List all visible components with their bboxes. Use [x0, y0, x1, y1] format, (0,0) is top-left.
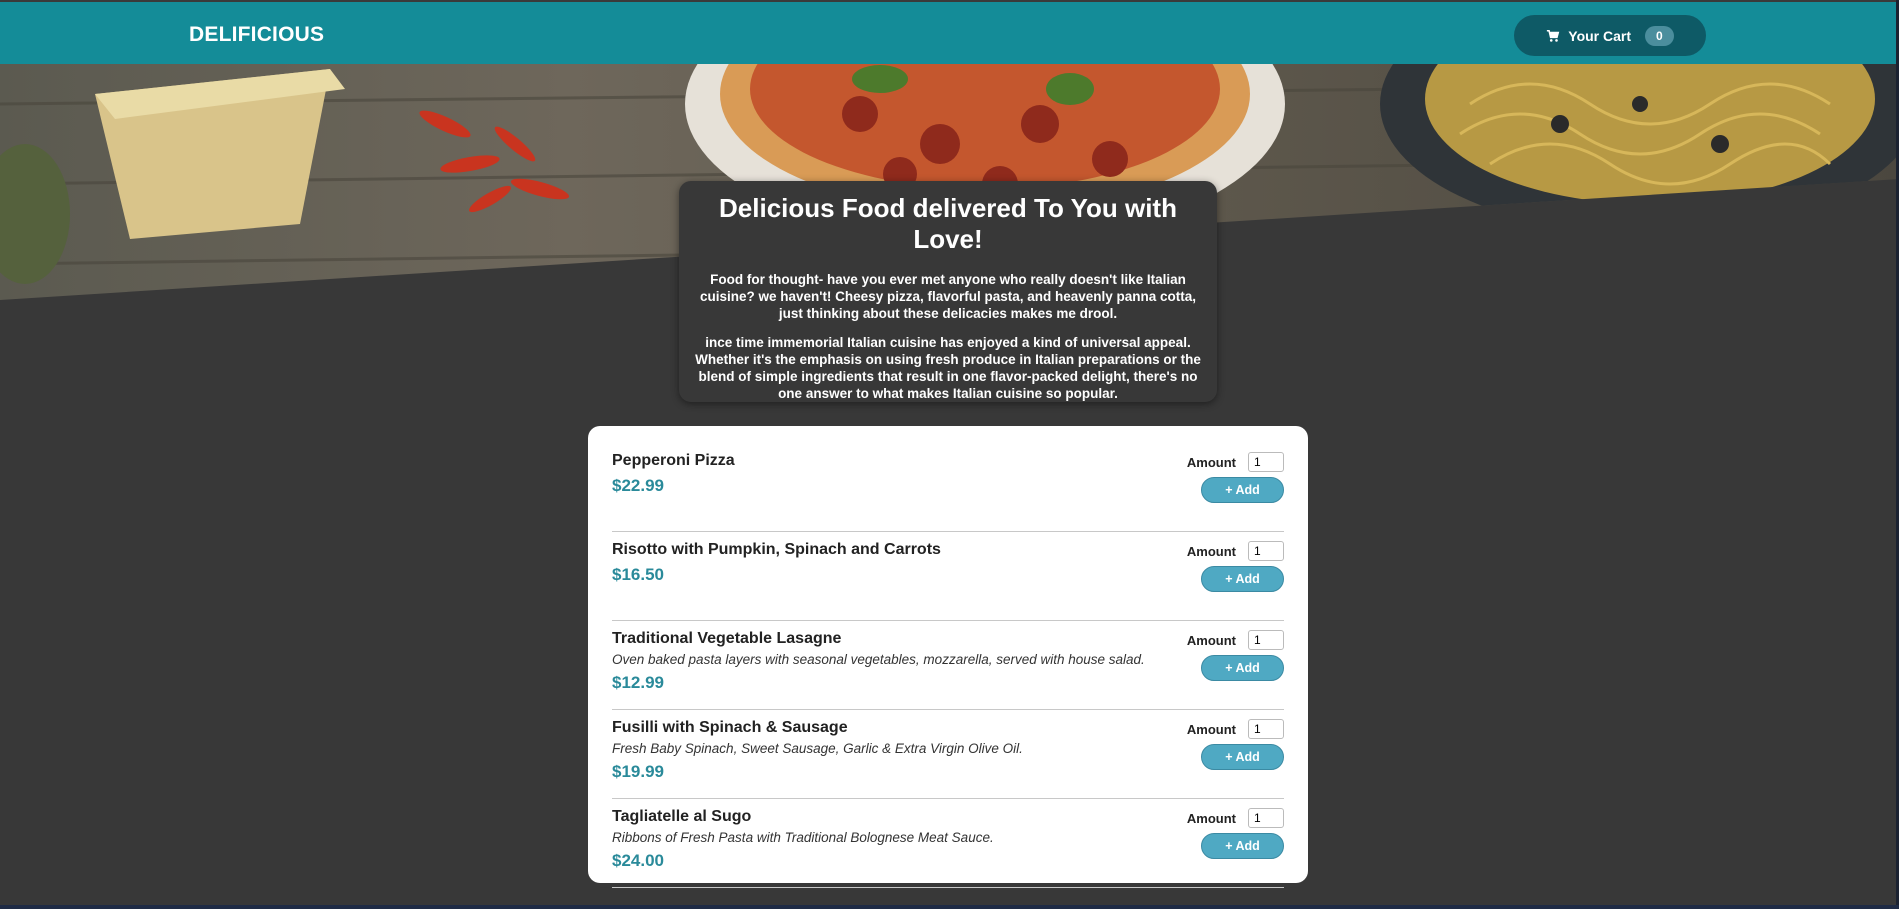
amount-input[interactable]	[1248, 719, 1284, 739]
add-button[interactable]: + Add	[1201, 477, 1284, 503]
meal-item: Traditional Vegetable Lasagne Oven baked…	[612, 621, 1284, 710]
meal-item: Fusilli with Spinach & Sausage Fresh Bab…	[612, 710, 1284, 799]
meal-add-form: Amount + Add	[1134, 541, 1284, 601]
meal-item: Tagliatelle al Sugo Ribbons of Fresh Pas…	[612, 799, 1284, 888]
amount-label: Amount	[1186, 455, 1236, 470]
meal-add-form: Amount + Add	[1134, 630, 1284, 690]
meal-add-form: Amount + Add	[1134, 719, 1284, 779]
cart-icon	[1547, 29, 1560, 42]
summary-paragraph-2: ince time immemorial Italian cuisine has…	[695, 335, 1201, 402]
summary-title: Delicious Food delivered To You with Lov…	[719, 193, 1177, 255]
amount-input[interactable]	[1248, 808, 1284, 828]
cart-count-badge: 0	[1645, 25, 1674, 46]
amount-label: Amount	[1186, 544, 1236, 559]
meal-add-form: Amount + Add	[1134, 452, 1284, 512]
cart-label: Your Cart	[1568, 27, 1632, 44]
window-bottom-edge	[0, 905, 1899, 909]
amount-label: Amount	[1186, 722, 1236, 737]
add-button[interactable]: + Add	[1201, 655, 1284, 681]
amount-input[interactable]	[1248, 452, 1284, 472]
add-button[interactable]: + Add	[1201, 744, 1284, 770]
summary-paragraph-1: Food for thought- have you ever met anyo…	[699, 272, 1197, 322]
amount-input[interactable]	[1248, 630, 1284, 650]
meal-item: Pepperoni Pizza $22.99 Amount + Add	[612, 443, 1284, 532]
amount-label: Amount	[1186, 811, 1236, 826]
add-button[interactable]: + Add	[1201, 833, 1284, 859]
add-button[interactable]: + Add	[1201, 566, 1284, 592]
amount-label: Amount	[1186, 633, 1236, 648]
summary-card: Delicious Food delivered To You with Lov…	[679, 181, 1217, 402]
cart-button[interactable]: Your Cart 0	[1514, 15, 1706, 56]
meals-list-card: Pepperoni Pizza $22.99 Amount + Add Riso…	[588, 426, 1308, 888]
header: DELIFICIOUS Your Cart 0	[0, 2, 1899, 64]
logo[interactable]: DELIFICIOUS	[189, 23, 324, 47]
amount-input[interactable]	[1248, 541, 1284, 561]
meal-add-form: Amount + Add	[1134, 808, 1284, 868]
meal-item: Risotto with Pumpkin, Spinach and Carrot…	[612, 532, 1284, 621]
